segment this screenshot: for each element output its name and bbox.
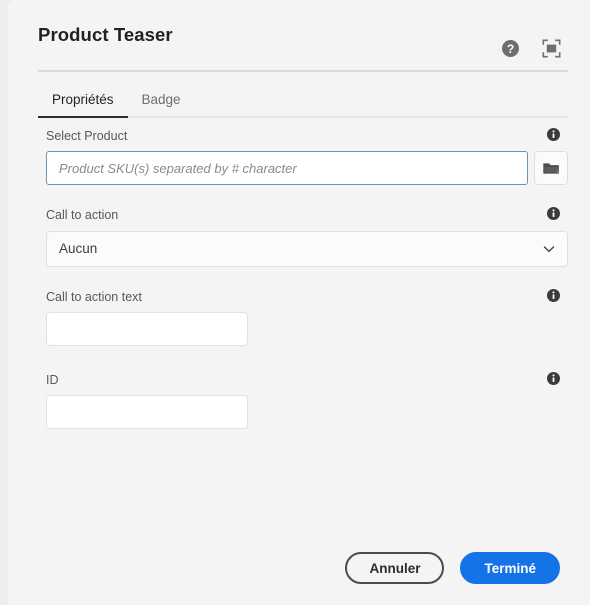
browse-product-button[interactable] — [534, 151, 568, 186]
info-icon[interactable] — [547, 288, 560, 302]
field-label-id: ID — [46, 372, 59, 387]
id-input[interactable] — [46, 395, 248, 429]
field-label-select-product: Select Product — [46, 129, 128, 143]
product-teaser-dialog: Product Teaser ? Propriétés Badge Select… — [8, 0, 590, 605]
call-to-action-select[interactable]: Aucun — [46, 230, 568, 267]
fullscreen-icon[interactable] — [541, 38, 562, 59]
call-to-action-selected-value: Aucun — [59, 241, 98, 256]
tab-proprietes[interactable]: Propriétés — [38, 92, 128, 118]
field-call-to-action: Call to action Aucun — [46, 207, 568, 267]
call-to-action-select-wrap: Aucun — [46, 230, 568, 267]
select-product-input[interactable] — [46, 151, 528, 186]
dialog-footer: Annuler Terminé — [8, 531, 590, 605]
call-to-action-text-input[interactable] — [46, 311, 248, 346]
header-actions: ? — [500, 38, 562, 59]
svg-text:?: ? — [507, 42, 514, 56]
info-icon[interactable] — [547, 371, 560, 385]
field-label-call-to-action-text: Call to action text — [46, 289, 142, 304]
field-call-to-action-text: Call to action text — [46, 288, 568, 346]
field-select-product: Select Product — [46, 128, 568, 186]
page-title: Product Teaser — [38, 23, 173, 45]
dialog-header: Product Teaser ? — [8, 0, 590, 72]
done-button[interactable]: Terminé — [460, 552, 560, 584]
tab-badge[interactable]: Badge — [128, 92, 195, 118]
field-label-call-to-action: Call to action — [46, 208, 119, 223]
form-body: Select Product Product SKU(s) separated … — [8, 118, 590, 429]
help-icon[interactable]: ? — [500, 38, 521, 59]
info-icon[interactable] — [547, 128, 560, 141]
tab-bar: Propriétés Badge — [38, 70, 568, 118]
field-id: ID — [46, 371, 568, 429]
select-product-input-row — [46, 151, 568, 186]
cancel-button[interactable]: Annuler — [345, 552, 445, 584]
info-icon[interactable] — [547, 207, 560, 221]
